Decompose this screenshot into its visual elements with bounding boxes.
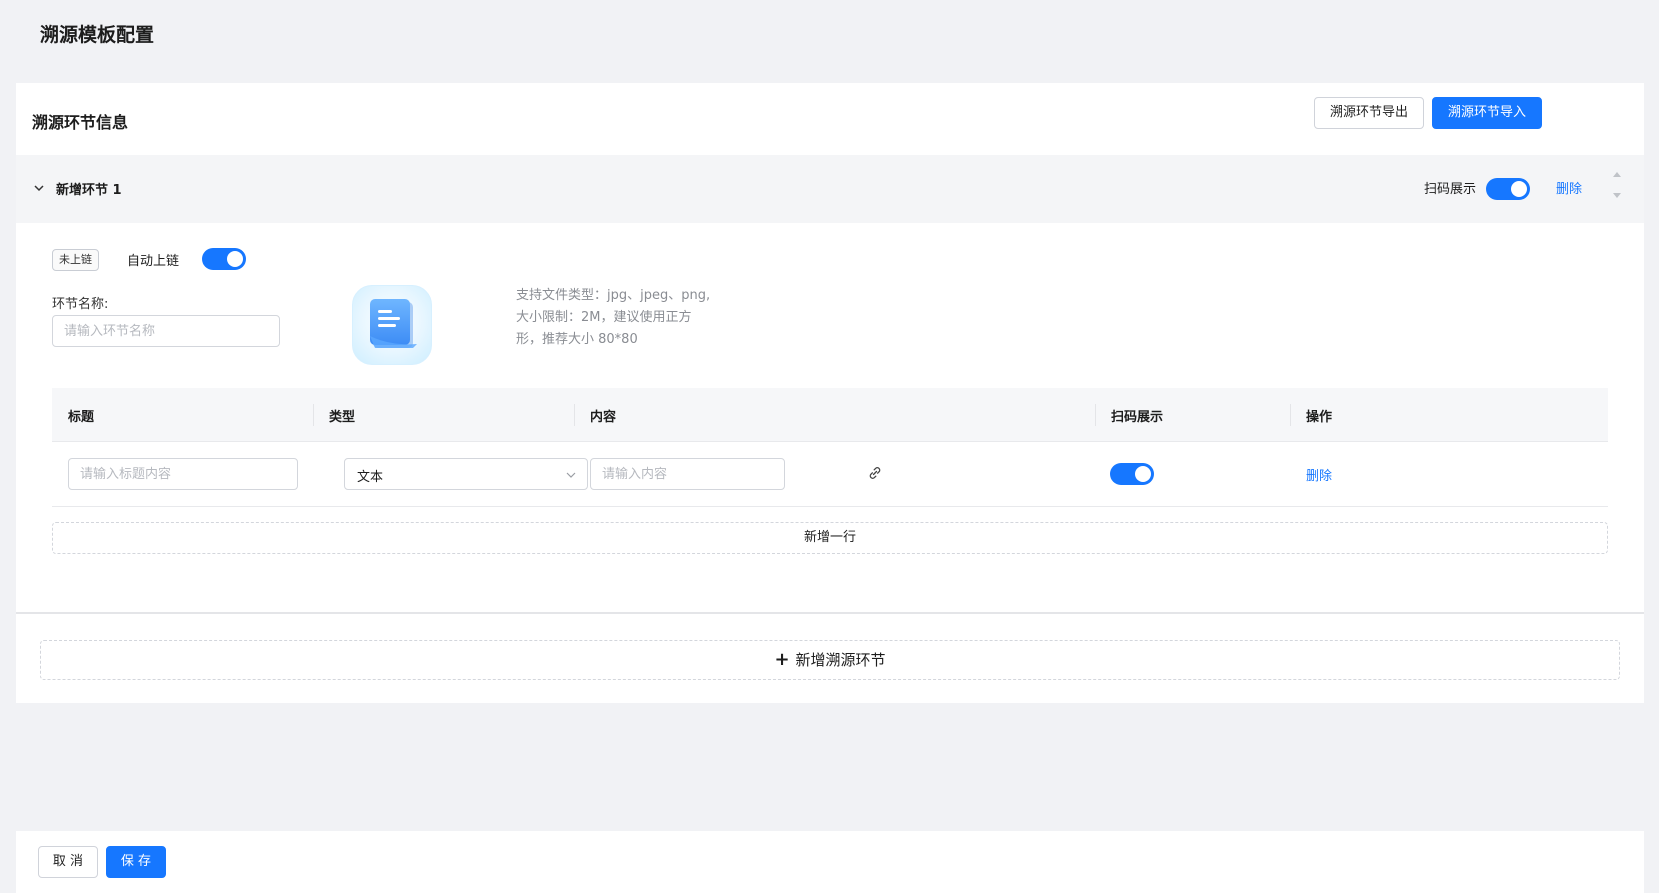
link-icon[interactable]	[867, 465, 883, 481]
column-separator	[313, 404, 314, 426]
delete-section-link[interactable]: 删除	[1556, 178, 1582, 197]
row-content-input[interactable]	[590, 458, 785, 490]
auto-chain-toggle[interactable]	[202, 248, 246, 270]
upload-hint-line: 支持文件类型：jpg、jpeg、png,	[516, 288, 711, 303]
scan-display-label: 扫码展示	[1424, 182, 1477, 197]
column-separator	[574, 404, 575, 426]
column-header-type: 类型	[329, 410, 356, 425]
column-header-title: 标题	[68, 410, 95, 425]
row-delete-link[interactable]: 删除	[1306, 465, 1332, 484]
table-row: 文本 删除	[52, 442, 1608, 507]
row-title-input[interactable]	[68, 458, 298, 490]
column-separator	[1095, 404, 1096, 426]
cancel-button[interactable]: 取 消	[38, 846, 98, 878]
sort-arrows-icon[interactable]	[1611, 167, 1623, 203]
section-name: 新增环节 1	[56, 183, 122, 198]
table-header: 标题 类型 内容 扫码展示 操作	[52, 388, 1608, 442]
add-trace-section-button[interactable]: + 新增溯源环节	[40, 640, 1620, 680]
card-header: 溯源环节信息 溯源环节导出 溯源环节导入	[16, 83, 1644, 155]
add-row-button[interactable]: 新增一行	[52, 522, 1608, 554]
add-trace-section-label: 新增溯源环节	[795, 651, 886, 669]
column-separator	[1290, 404, 1291, 426]
upload-hint-line: 形，推荐大小 80*80	[516, 332, 638, 347]
column-header-content: 内容	[590, 410, 617, 425]
section-name-input[interactable]	[52, 315, 280, 347]
chevron-down-icon[interactable]	[32, 181, 46, 195]
upload-hint-line: 大小限制：2M，建议使用正方	[516, 310, 692, 325]
row-type-value: 文本	[357, 470, 384, 485]
save-button[interactable]: 保 存	[106, 846, 166, 878]
scan-display-toggle[interactable]	[1486, 178, 1530, 200]
row-type-select[interactable]: 文本	[344, 458, 588, 490]
trace-info-card: 溯源环节信息 溯源环节导出 溯源环节导入 新增环节 1 扫码展示 删除 未上链 …	[16, 83, 1644, 703]
plus-icon: +	[774, 649, 790, 670]
export-button[interactable]: 溯源环节导出	[1314, 97, 1424, 129]
column-header-scan-display: 扫码展示	[1111, 410, 1164, 425]
chain-status-tag: 未上链	[52, 249, 99, 271]
row-scan-display-toggle[interactable]	[1110, 463, 1154, 485]
footer-bar: 取 消 保 存	[16, 831, 1644, 893]
auto-chain-label: 自动上链	[127, 254, 180, 269]
section-icon-upload[interactable]	[352, 285, 432, 365]
section-name-label: 环节名称:	[52, 297, 109, 312]
section-collapse-header[interactable]: 新增环节 1 扫码展示 删除	[16, 155, 1644, 223]
card-title: 溯源环节信息	[32, 113, 129, 132]
column-header-action: 操作	[1306, 410, 1333, 425]
page-title: 溯源模板配置	[40, 24, 155, 46]
import-button[interactable]: 溯源环节导入	[1432, 97, 1542, 129]
document-icon	[370, 299, 417, 348]
upload-hint: 支持文件类型：jpg、jpeg、png, 大小限制：2M，建议使用正方 形，推荐…	[516, 285, 726, 351]
section-divider	[16, 612, 1644, 614]
chevron-down-icon	[566, 472, 576, 478]
section-body: 未上链 自动上链 环节名称: 支持文件类型：jp	[32, 223, 1628, 583]
